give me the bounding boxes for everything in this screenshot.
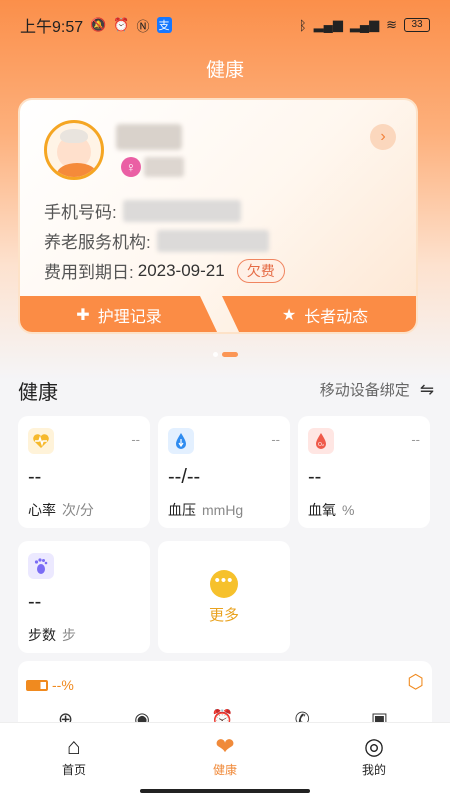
steps-label: 步数步 (28, 625, 76, 645)
status-badge: 欠费 (236, 258, 285, 283)
more-tile[interactable]: ••• 更多 (158, 541, 290, 653)
plus-doc-icon: ✚ (76, 307, 90, 324)
tab-health-label: 健康 (212, 763, 237, 777)
expiry-label: 费用到期日: (44, 263, 134, 282)
tab-home[interactable]: ⌂ 首页 (34, 731, 114, 778)
alarm-icon: ⏰ (113, 17, 130, 32)
carousel-dots (213, 352, 238, 357)
phone-redacted (122, 199, 241, 222)
blood-pressure-tile[interactable]: -- --/-- 血压 mmHg (158, 416, 290, 528)
status-bar: 上午9:57 🔕 ⏰ Ⓝ 支 ᛒ ▂▄▆ ▂▄▆ ≋ 33 (0, 0, 450, 50)
home-icon: ⌂ (67, 733, 81, 759)
bell-off-icon: 🔕 (90, 17, 107, 32)
signal-icon-2: ▂▄▆ (349, 17, 380, 32)
org-redacted (156, 229, 269, 252)
settings-icon[interactable]: ⬡ (407, 671, 424, 694)
metric-label: 步数 (28, 627, 56, 643)
blood-pressure-value: --/-- (168, 466, 201, 488)
tab-health[interactable]: ❤ 健康 (185, 731, 265, 778)
blood-oxygen-label: 血氧% (308, 500, 354, 520)
care-record-button[interactable]: ✚ 护理记录 (20, 296, 218, 332)
more-label: 更多 (208, 606, 239, 624)
heart-rate-tile[interactable]: -- -- 心率 次/分 (18, 416, 150, 528)
home-indicator (140, 789, 310, 793)
expiry-row: 费用到期日: 2023-09-21 欠费 (44, 258, 285, 283)
profile-card[interactable]: ♀ › 手机号码: 养老服务机构: 费用到期日: 2023-09-21 欠费 ✚… (18, 98, 418, 334)
drop-icon (168, 428, 194, 454)
carousel-dot (213, 352, 218, 357)
female-icon: ♀ (121, 157, 141, 177)
svg-text:O₂: O₂ (318, 442, 324, 448)
name-redacted (116, 124, 182, 150)
tab-home-label: 首页 (61, 763, 86, 777)
metric-label: 心率 (28, 502, 56, 518)
blood-oxygen-value: -- (308, 466, 322, 488)
star-icon: ★ (281, 307, 297, 324)
steps-tile[interactable]: -- 步数步 (18, 541, 150, 653)
org-label: 养老服务机构: (44, 233, 151, 252)
health-section-title: 健康 (18, 382, 58, 404)
heart-rate-time: -- (131, 432, 140, 447)
page-title: 健康 (205, 60, 244, 81)
metric-unit: % (342, 502, 355, 518)
metric-unit: mmHg (202, 502, 244, 518)
bind-device-label: 移动设备绑定 (319, 382, 410, 399)
heart-icon: ❤ (215, 733, 235, 759)
tab-mine[interactable]: ◎ 我的 (334, 731, 414, 778)
alipay-icon: 支 (156, 17, 172, 33)
carousel-dot-active (222, 352, 238, 357)
oxygen-drop-icon: O₂ (308, 428, 334, 454)
heart-pulse-icon (28, 428, 54, 454)
blood-pressure-label: 血压 mmHg (168, 500, 243, 520)
elder-news-button[interactable]: ★ 长者动态 (222, 296, 416, 332)
battery-text: --% (52, 677, 74, 693)
swap-icon: ⇋ (419, 379, 434, 399)
nfc-icon: Ⓝ (136, 18, 150, 34)
tab-mine-label: 我的 (361, 763, 386, 777)
heart-rate-label: 心率 次/分 (28, 500, 94, 520)
blood-oxygen-time: -- (411, 432, 420, 447)
elder-body (57, 163, 97, 177)
phone-label: 手机号码: (44, 203, 117, 222)
heart-rate-value: -- (28, 466, 42, 488)
wifi-icon: ≋ (386, 17, 397, 32)
device-battery: --% (26, 677, 74, 693)
chevron-right-icon[interactable]: › (370, 124, 396, 150)
signal-icon: ▂▄▆ (313, 17, 343, 32)
user-icon: ◎ (363, 733, 385, 759)
org-row: 养老服务机构: (44, 228, 269, 253)
footprint-icon (28, 553, 54, 579)
metric-unit: 步 (62, 627, 76, 643)
more-dots-icon: ••• (210, 569, 238, 598)
expiry-value: 2023-09-21 (137, 260, 225, 280)
bind-device-link[interactable]: 移动设备绑定 ⇋ (320, 379, 434, 400)
status-right: ᛒ ▂▄▆ ▂▄▆ ≋ 33 (299, 17, 430, 33)
blood-oxygen-tile[interactable]: O₂ -- -- 血氧% (298, 416, 430, 528)
care-record-label: 护理记录 (97, 309, 162, 326)
battery-icon: 33 (404, 18, 430, 32)
blood-pressure-time: -- (271, 432, 280, 447)
avatar[interactable] (44, 120, 104, 180)
bluetooth-icon: ᛒ (298, 17, 307, 33)
elder-news-label: 长者动态 (304, 309, 369, 326)
metric-label: 血氧 (308, 502, 336, 518)
metric-unit: 次/分 (62, 502, 94, 518)
status-time: 上午9:57 (20, 19, 84, 36)
age-redacted (144, 157, 184, 177)
phone-row: 手机号码: (44, 198, 241, 223)
steps-value: -- (28, 591, 42, 613)
battery-level-icon (26, 679, 48, 691)
status-left: 上午9:57 🔕 ⏰ Ⓝ 支 (20, 13, 172, 37)
metric-label: 血压 (168, 502, 196, 518)
